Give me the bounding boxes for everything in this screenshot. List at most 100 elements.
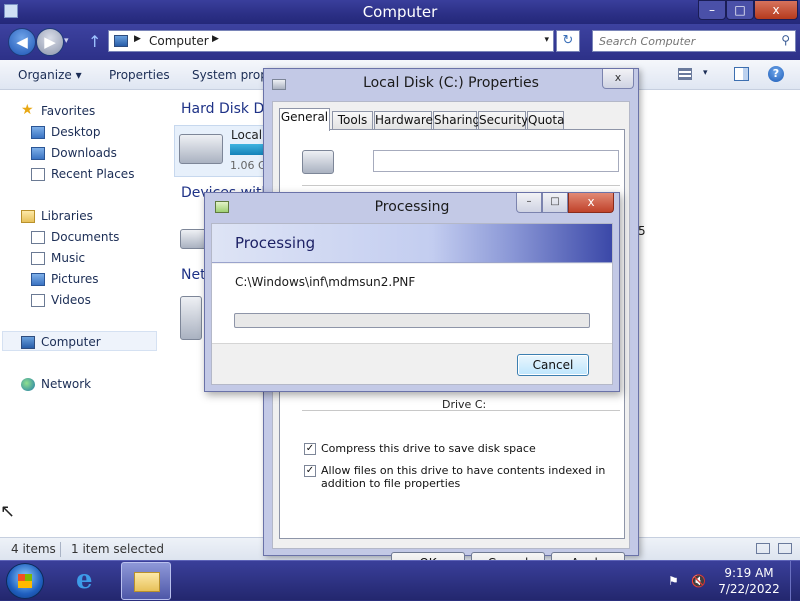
details-view-icon[interactable]: [756, 543, 770, 554]
navigation-pane: ★ Favorites Desktop Downloads Recent Pla…: [0, 91, 160, 537]
breadcrumb-computer[interactable]: Computer: [149, 34, 209, 48]
hard-drive-icon: [179, 134, 223, 164]
help-icon[interactable]: ?: [768, 66, 784, 82]
item-count: 4 items: [11, 542, 56, 556]
separator: [302, 185, 620, 186]
recent-pages-dropdown-icon[interactable]: ▾: [64, 36, 69, 46]
close-button[interactable]: x: [754, 0, 798, 20]
star-icon: ★: [21, 102, 34, 118]
current-file-path: C:\Windows\inf\mdmsun2.PNF: [235, 275, 416, 289]
index-contents-label: Allow files on this drive to have conten…: [321, 464, 606, 490]
pictures-icon: [31, 273, 45, 286]
maximize-button[interactable]: □: [542, 193, 568, 213]
mouse-cursor-icon: ↖: [0, 501, 16, 522]
nav-favorites-label: Favorites: [41, 104, 96, 118]
clock[interactable]: 9:19 AM 7/22/2022: [716, 565, 782, 597]
large-icons-view-icon[interactable]: [778, 543, 792, 554]
show-desktop-button[interactable]: [790, 561, 800, 601]
preview-pane-icon[interactable]: [734, 67, 749, 81]
hard-drive-icon: [302, 150, 334, 174]
nav-desktop-label: Desktop: [51, 125, 101, 139]
processing-banner: Processing: [212, 224, 612, 263]
checkbox-check-icon[interactable]: ✓: [304, 465, 316, 477]
organize-label: Organize: [18, 68, 72, 82]
tab-sharing[interactable]: Sharing: [433, 111, 480, 130]
action-center-flag-icon[interactable]: ⚑: [668, 574, 679, 588]
selection-count: 1 item selected: [71, 542, 165, 556]
nav-videos-label: Videos: [51, 293, 91, 307]
partially-hidden-text: 5: [638, 224, 646, 238]
breadcrumb-chevron-icon[interactable]: ▶: [134, 34, 141, 44]
compress-drive-label: Compress this drive to save disk space: [321, 442, 536, 455]
maximize-button[interactable]: □: [726, 0, 754, 20]
forward-button[interactable]: ▶: [36, 28, 64, 56]
properties-dialog-title: Local Disk (C:) Properties: [363, 75, 539, 91]
nav-music-label: Music: [51, 251, 86, 265]
view-options-dropdown-icon[interactable]: ▾: [703, 68, 708, 78]
tab-tools[interactable]: Tools: [332, 111, 373, 130]
internet-explorer-icon: e: [76, 565, 93, 595]
taskbar-windows-explorer[interactable]: [121, 562, 171, 600]
progress-bar: [234, 313, 590, 328]
search-box[interactable]: ⚲: [592, 30, 796, 52]
search-icon[interactable]: ⚲: [781, 33, 790, 47]
change-view-icon[interactable]: [678, 68, 692, 80]
nav-network-label: Network: [41, 377, 92, 391]
address-dropdown-icon[interactable]: ▾: [544, 35, 549, 45]
processing-body: Processing C:\Windows\inf\mdmsun2.PNF Ca…: [211, 223, 613, 385]
clock-date: 7/22/2022: [718, 582, 780, 596]
documents-icon: [31, 231, 45, 244]
minimize-button[interactable]: –: [698, 0, 726, 20]
computer-icon: [21, 336, 35, 349]
tab-hardware[interactable]: Hardware: [374, 111, 433, 130]
checkbox-check-icon[interactable]: ✓: [304, 443, 316, 455]
processing-dialog: Processing – □ x Processing C:\Windows\i…: [204, 192, 620, 392]
status-divider: [60, 542, 61, 557]
window-title: Computer: [362, 3, 438, 21]
drive-usage-bar: [230, 144, 264, 155]
minimize-button[interactable]: –: [516, 193, 542, 213]
group-header-hard-disk[interactable]: Hard Disk Dr: [181, 101, 270, 117]
properties-close-button[interactable]: x: [602, 69, 634, 89]
taskbar-internet-explorer[interactable]: e: [64, 562, 114, 600]
start-button[interactable]: [6, 563, 44, 599]
videos-icon: [31, 294, 45, 307]
explorer-titlebar[interactable]: Computer – □ x: [0, 0, 800, 24]
drive-name: Local: [231, 128, 263, 142]
network-location-icon[interactable]: [180, 296, 202, 340]
up-arrow-icon[interactable]: ↑: [88, 32, 101, 51]
music-icon: [31, 252, 45, 265]
folder-icon: [134, 572, 160, 592]
libraries-icon: [21, 210, 35, 223]
nav-computer-label: Computer: [41, 335, 101, 349]
taskbar: e ⚑ 🔇 9:19 AM 7/22/2022: [0, 560, 800, 601]
properties-button[interactable]: Properties: [109, 68, 170, 82]
tab-quota[interactable]: Quota: [527, 111, 564, 130]
processing-content: C:\Windows\inf\mdmsun2.PNF: [212, 264, 612, 344]
downloads-icon: [31, 147, 45, 160]
search-input[interactable]: [597, 33, 767, 49]
recent-places-icon: [31, 168, 45, 181]
nav-recent-places-label: Recent Places: [51, 167, 135, 181]
tab-security[interactable]: Security: [478, 111, 528, 130]
windows-logo-icon: [18, 574, 32, 588]
address-toolbar: ◀ ▶ ▾ ↑ ▶ Computer ▶ ▾ ↻ ⚲: [0, 24, 800, 60]
close-button[interactable]: x: [568, 193, 614, 213]
computer-icon: [114, 35, 128, 47]
drive-letter-label: Drive C:: [442, 398, 487, 411]
volume-muted-icon[interactable]: 🔇: [691, 574, 706, 588]
network-icon: [21, 378, 35, 391]
organize-button[interactable]: Organize ▾: [18, 68, 82, 82]
group-header-network[interactable]: Net: [181, 267, 206, 283]
processing-cancel-button[interactable]: Cancel: [517, 354, 589, 376]
address-bar[interactable]: ▶ Computer ▶ ▾: [108, 30, 554, 52]
refresh-button[interactable]: ↻: [556, 30, 580, 52]
back-button[interactable]: ◀: [8, 28, 36, 56]
nav-pictures-label: Pictures: [51, 272, 99, 286]
nav-downloads-label: Downloads: [51, 146, 117, 160]
volume-label-input[interactable]: [373, 150, 619, 172]
tab-general[interactable]: General: [279, 108, 330, 131]
nav-documents-label: Documents: [51, 230, 120, 244]
chevron-down-icon: ▾: [75, 68, 82, 82]
breadcrumb-chevron-icon[interactable]: ▶: [212, 34, 219, 44]
